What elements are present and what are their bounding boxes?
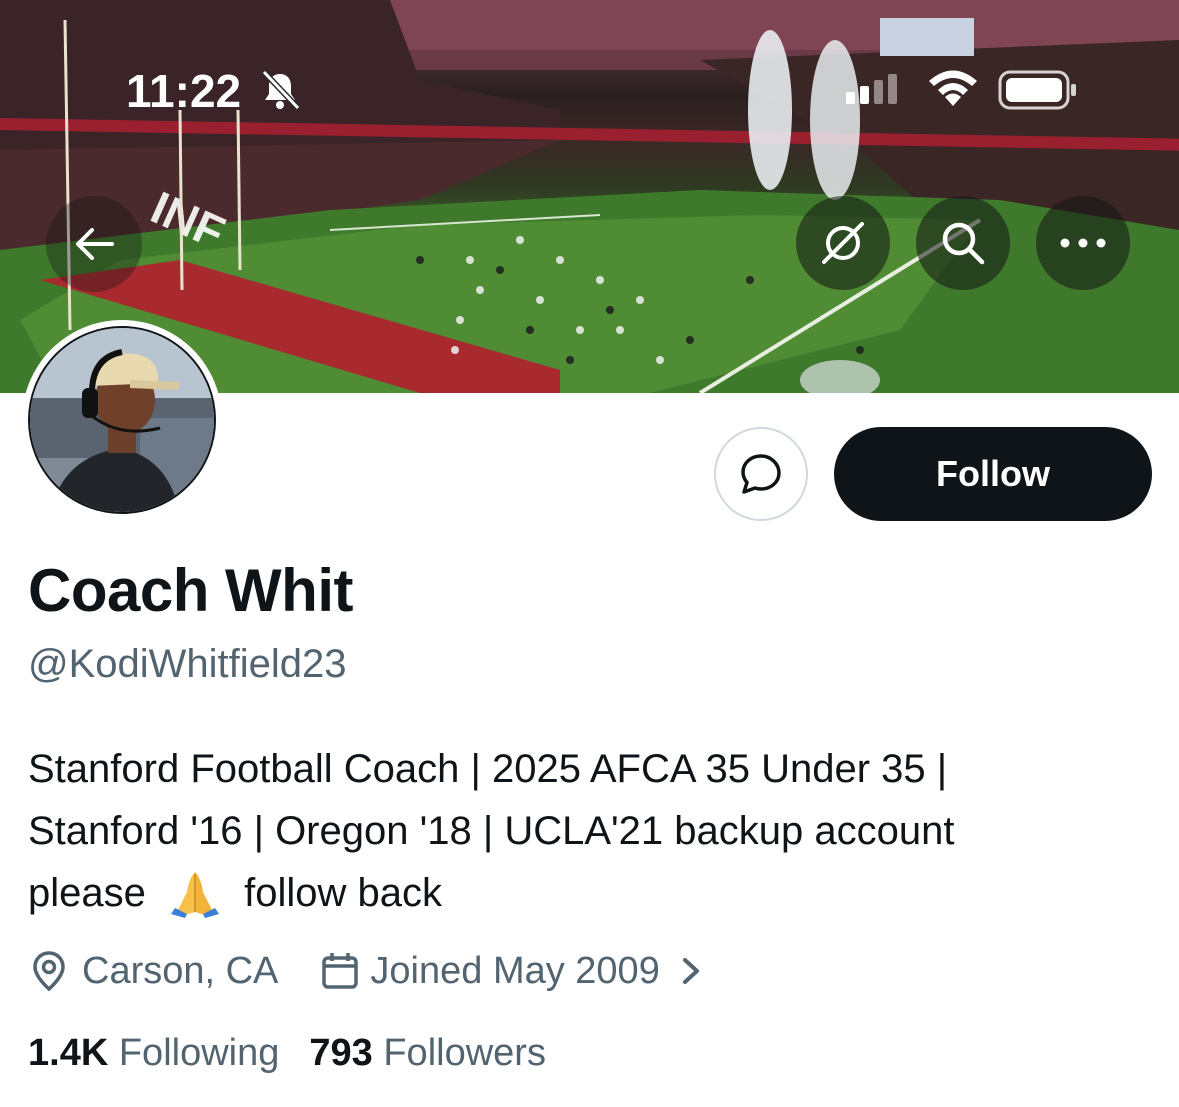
message-bubble-icon [741, 454, 781, 494]
wifi-icon [929, 70, 977, 106]
avatar-photo [30, 328, 214, 512]
joined-date[interactable]: Joined May 2009 [370, 950, 659, 993]
user-handle: @KodiWhitfield23 [28, 642, 347, 686]
status-time: 11:22 [126, 65, 242, 117]
grok-button[interactable] [796, 196, 890, 290]
more-horizontal-icon [1060, 238, 1106, 248]
bio-text: follow back [244, 871, 442, 915]
following-link[interactable]: 1.4K Following [28, 1032, 279, 1074]
location-pin-icon [33, 951, 65, 992]
back-button[interactable] [46, 196, 142, 292]
arrow-left-icon [76, 228, 114, 260]
bio-line: please follow back [28, 862, 1138, 924]
following-label: Following [118, 1032, 280, 1074]
cellular-signal-icon [846, 74, 897, 104]
battery-icon [998, 70, 1076, 110]
display-name: Coach Whit [28, 557, 353, 624]
followers-link[interactable]: 793 Followers [309, 1032, 546, 1074]
followers-count: 793 [309, 1032, 373, 1074]
followers-label: Followers [383, 1032, 546, 1074]
profile-meta: Carson, CA Joined May 2009 [28, 946, 704, 996]
follow-button[interactable]: Follow [834, 427, 1152, 521]
search-icon [942, 222, 985, 265]
following-count: 1.4K [28, 1032, 109, 1074]
more-options-button[interactable] [1036, 196, 1130, 290]
follow-stats: 1.4K Following 793 Followers [28, 1032, 546, 1075]
profile-bio: Stanford Football Coach | 2025 AFCA 35 U… [28, 738, 1138, 924]
chevron-right-icon[interactable] [678, 956, 704, 986]
bio-line: Stanford Football Coach | 2025 AFCA 35 U… [28, 747, 948, 791]
profile-avatar[interactable] [22, 320, 222, 520]
grok-icon [822, 222, 864, 264]
message-button[interactable] [714, 427, 808, 521]
folded-hands-emoji-icon [171, 872, 219, 918]
search-button[interactable] [916, 196, 1010, 290]
bell-muted-icon [261, 69, 301, 111]
banner-stadium-image: INF [0, 0, 1179, 393]
profile-banner[interactable]: INF 11:22 [0, 0, 1179, 393]
bio-text: please [28, 871, 146, 915]
location-text: Carson, CA [82, 949, 279, 992]
calendar-icon [322, 953, 359, 989]
bio-line: Stanford '16 | Oregon '18 | UCLA'21 back… [28, 809, 955, 853]
